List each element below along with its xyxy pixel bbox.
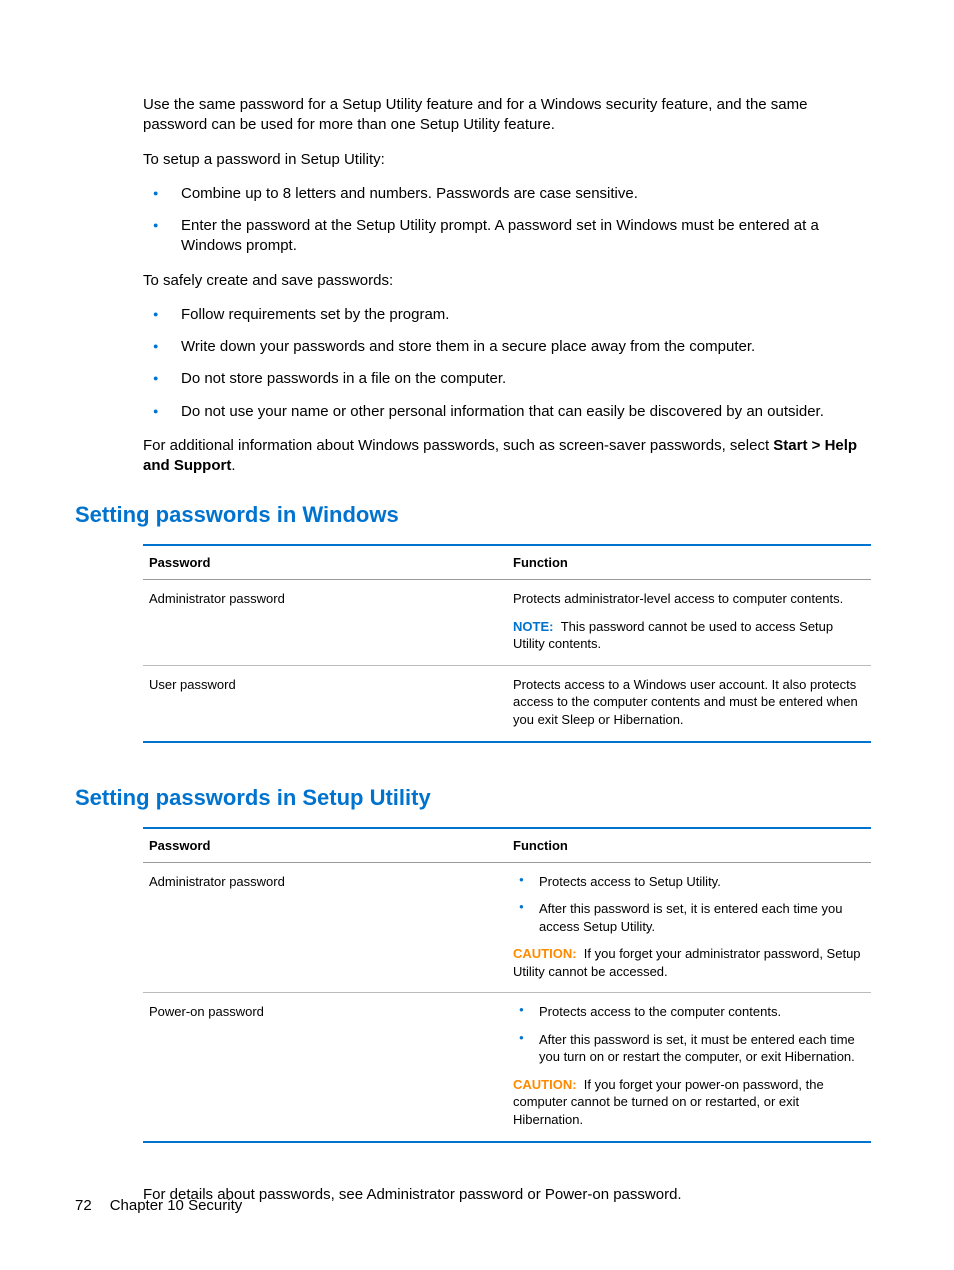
- cell-function: Protects access to a Windows user accoun…: [507, 665, 871, 741]
- list-item: Do not store passwords in a file on the …: [143, 369, 871, 389]
- cell-function: Protects administrator-level access to c…: [507, 580, 871, 666]
- list-item: Enter the password at the Setup Utility …: [143, 216, 871, 257]
- cell-caution: CAUTION: If you forget your administrato…: [513, 945, 865, 980]
- list-item: After this password is set, it must be e…: [513, 1031, 865, 1066]
- caution-label: CAUTION:: [513, 1077, 577, 1092]
- list-item: Combine up to 8 letters and numbers. Pas…: [143, 184, 871, 204]
- chapter-label: Chapter 10 Security: [110, 1197, 243, 1214]
- additional-info-post: .: [231, 457, 235, 474]
- additional-info-pre: For additional information about Windows…: [143, 437, 773, 454]
- table-header-function: Function: [507, 545, 871, 580]
- table-header-function: Function: [507, 828, 871, 863]
- list-item: Write down your passwords and store them…: [143, 337, 871, 357]
- additional-info: For additional information about Windows…: [75, 436, 879, 477]
- page-footer: 72 Chapter 10 Security: [75, 1197, 242, 1214]
- cell-password-name: User password: [143, 665, 507, 741]
- cell-function: Protects access to the computer contents…: [507, 993, 871, 1142]
- note-label: NOTE:: [513, 619, 553, 634]
- setup-list: Combine up to 8 letters and numbers. Pas…: [75, 184, 879, 257]
- list-item: After this password is set, it is entere…: [513, 900, 865, 935]
- list-item: Do not use your name or other personal i…: [143, 402, 871, 422]
- setup-lead: To setup a password in Setup Utility:: [75, 150, 879, 170]
- heading-setup-utility-passwords: Setting passwords in Setup Utility: [75, 785, 879, 811]
- table-header-password: Password: [143, 545, 507, 580]
- cell-function: Protects access to Setup Utility. After …: [507, 862, 871, 993]
- caution-label: CAUTION:: [513, 946, 577, 961]
- cell-text: Protects administrator-level access to c…: [513, 590, 865, 608]
- heading-windows-passwords: Setting passwords in Windows: [75, 502, 879, 528]
- cell-text: Protects access to a Windows user accoun…: [513, 676, 865, 729]
- cell-password-name: Power-on password: [143, 993, 507, 1142]
- cell-password-name: Administrator password: [143, 580, 507, 666]
- windows-password-table: Password Function Administrator password…: [143, 544, 871, 742]
- page-number: 72: [75, 1197, 92, 1214]
- list-item: Protects access to the computer contents…: [513, 1003, 865, 1021]
- cell-caution: CAUTION: If you forget your power-on pas…: [513, 1076, 865, 1129]
- list-item: Protects access to Setup Utility.: [513, 873, 865, 891]
- cell-bullet-list: Protects access to the computer contents…: [513, 1003, 865, 1066]
- table-row: Administrator password Protects administ…: [143, 580, 871, 666]
- note-text: This password cannot be used to access S…: [513, 619, 833, 652]
- safe-lead: To safely create and save passwords:: [75, 271, 879, 291]
- cell-password-name: Administrator password: [143, 862, 507, 993]
- safe-list: Follow requirements set by the program. …: [75, 305, 879, 422]
- cell-note: NOTE: This password cannot be used to ac…: [513, 618, 865, 653]
- list-item: Follow requirements set by the program.: [143, 305, 871, 325]
- table-row: Power-on password Protects access to the…: [143, 993, 871, 1142]
- table-row: Administrator password Protects access t…: [143, 862, 871, 993]
- intro-paragraph: Use the same password for a Setup Utilit…: [75, 95, 879, 136]
- setup-utility-password-table: Password Function Administrator password…: [143, 827, 871, 1143]
- cell-bullet-list: Protects access to Setup Utility. After …: [513, 873, 865, 936]
- table-row: User password Protects access to a Windo…: [143, 665, 871, 741]
- page: Use the same password for a Setup Utilit…: [0, 0, 954, 1270]
- table-header-password: Password: [143, 828, 507, 863]
